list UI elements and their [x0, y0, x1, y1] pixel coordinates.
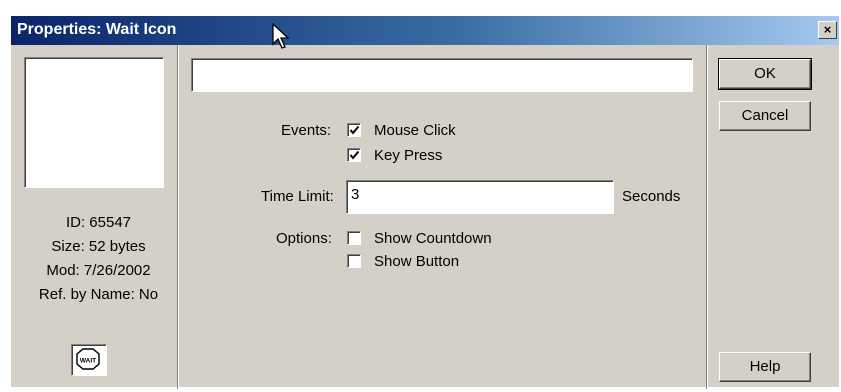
right-divider [706, 45, 708, 389]
key-press-checkbox[interactable] [347, 148, 361, 162]
help-button[interactable]: Help [719, 352, 811, 382]
show-countdown-label[interactable]: Show Countdown [374, 230, 492, 247]
dialog-title: Properties: Wait Icon [17, 21, 177, 38]
icon-preview-area [24, 57, 164, 188]
checkmark-icon [349, 150, 360, 160]
time-limit-label: Time Limit: [261, 188, 334, 205]
wait-icon-label: WAIT [80, 358, 96, 365]
checkmark-icon [349, 125, 360, 135]
options-label: Options: [276, 230, 332, 247]
show-button-label[interactable]: Show Button [374, 253, 459, 270]
ok-button[interactable]: OK [718, 58, 812, 90]
wait-icon: WAIT [71, 344, 107, 376]
key-press-label[interactable]: Key Press [374, 147, 442, 164]
seconds-label: Seconds [622, 188, 681, 205]
icon-size-text: Size: 52 bytes [51, 238, 146, 255]
properties-dialog: Properties: Wait Icon × ID: 65547 Size: … [10, 15, 840, 389]
title-bar[interactable]: Properties: Wait Icon × [11, 16, 839, 45]
icon-modified-text: Mod: 7/26/2002 [46, 262, 151, 279]
left-divider [177, 45, 179, 389]
events-label: Events: [281, 122, 332, 139]
mouse-pointer-icon [272, 23, 290, 49]
mouse-click-checkbox[interactable] [347, 123, 361, 137]
icon-name-input[interactable] [191, 58, 693, 92]
ref-by-name-text: Ref. by Name: No [38, 286, 159, 303]
icon-id-text: ID: 65547 [65, 214, 132, 231]
show-countdown-checkbox[interactable] [347, 231, 361, 245]
mouse-click-label[interactable]: Mouse Click [374, 122, 456, 139]
cancel-button[interactable]: Cancel [719, 101, 811, 131]
time-limit-input[interactable]: 3 [346, 180, 614, 214]
close-button[interactable]: × [818, 21, 837, 39]
show-button-checkbox[interactable] [347, 254, 361, 268]
